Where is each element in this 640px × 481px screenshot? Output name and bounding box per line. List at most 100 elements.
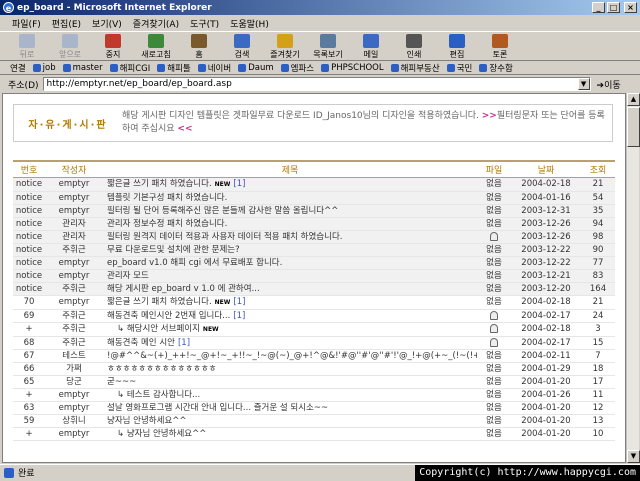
menu-help[interactable]: 도움말(H) xyxy=(230,17,269,30)
row-title[interactable]: ↳ 냥자님 안녕하세요^^ xyxy=(103,427,477,441)
toolbar-back-button[interactable]: back-icon 뒤로 xyxy=(8,31,46,61)
row-title[interactable]: 관리자 정보수정 패치 하였습니다. xyxy=(103,217,477,231)
row-author[interactable]: emptyr xyxy=(45,295,103,310)
toolbar-stop-button[interactable]: stop-icon 중지 xyxy=(94,31,132,61)
row-title-text[interactable]: ep_board v1.0 해피 cgi 에서 무료배포 합니다. xyxy=(107,258,282,268)
toolbar-discuss-button[interactable]: discuss-icon 토론 xyxy=(481,31,519,61)
row-title-text[interactable]: 템플릿 기본구성 패치 하였습니다. xyxy=(107,193,227,203)
row-title[interactable]: !@#^^&~(+)_++!~_@+!~_+!!~_!~@(~)_@+!^@&!… xyxy=(103,349,477,363)
row-author[interactable]: 주휘근 xyxy=(45,322,103,337)
link-item[interactable]: 엠파스 xyxy=(280,62,314,74)
row-author[interactable]: 테스트 xyxy=(45,349,103,363)
menu-favorites[interactable]: 즐겨찾기(A) xyxy=(133,17,179,30)
row-author[interactable]: 주휘근 xyxy=(45,336,103,350)
attachment-icon[interactable] xyxy=(490,324,498,333)
vertical-scrollbar[interactable]: ▲ ▼ xyxy=(626,93,640,463)
row-author[interactable]: emptyr xyxy=(45,401,103,415)
scroll-thumb[interactable] xyxy=(627,107,640,147)
row-author[interactable]: emptyr xyxy=(45,177,103,192)
row-author[interactable]: emptyr xyxy=(45,204,103,218)
row-title-text[interactable]: 관리자 정보수정 패치 하였습니다. xyxy=(107,219,227,229)
row-author[interactable]: emptyr xyxy=(45,256,103,270)
row-title-text[interactable]: 무료 다운로드및 설치에 관한 문제는? xyxy=(107,245,240,255)
toolbar-forward-button[interactable]: forward-icon 앞으로 xyxy=(51,31,89,61)
row-title-text[interactable]: 짧은글 쓰기 패치 하였습니다. xyxy=(107,179,212,189)
toolbar-refresh-button[interactable]: refresh-icon 새로고침 xyxy=(137,31,175,61)
row-author[interactable]: emptyr xyxy=(45,269,103,283)
attachment-icon[interactable] xyxy=(490,231,498,241)
menu-file[interactable]: 파일(F) xyxy=(12,17,41,30)
row-title[interactable]: 필터링 될 단어 등록해주신 많은 분들께 감사한 말씀 올립니다^^ xyxy=(103,204,477,218)
row-title[interactable]: 굳~~~ xyxy=(103,375,477,389)
attachment-icon[interactable] xyxy=(490,337,498,347)
row-title-text[interactable]: ↳ 테스트 감사합니다... xyxy=(107,390,200,400)
row-author[interactable]: 관리자 xyxy=(45,230,103,244)
row-title[interactable]: 템플릿 기본구성 패치 하였습니다. xyxy=(103,191,477,205)
close-button[interactable]: × xyxy=(624,2,637,13)
link-item[interactable]: 네이버 xyxy=(197,62,231,74)
row-title[interactable]: ↳ 해당시안 서브페이지 NEW xyxy=(103,322,477,337)
row-title[interactable]: 해당 게시판 ep_board v 1.0 에 관하여... xyxy=(103,282,477,296)
link-item[interactable]: 해피CGI xyxy=(109,62,150,74)
attachment-icon[interactable] xyxy=(490,310,498,320)
link-item[interactable]: master xyxy=(62,63,103,73)
link-item[interactable]: PHPSCHOOL xyxy=(321,63,384,73)
row-title-text[interactable]: 해동견축 메인시안 2번재 입니다... xyxy=(107,311,230,321)
address-dropdown-icon[interactable]: ▼ xyxy=(577,78,590,90)
toolbar-favorites-button[interactable]: favorites-icon 즐겨찾기 xyxy=(266,31,304,61)
row-author[interactable]: emptyr xyxy=(45,388,103,402)
link-item[interactable]: 해피부동산 xyxy=(390,62,440,74)
row-title-text[interactable]: 짧은글 쓰기 패치 하였습니다. xyxy=(107,297,212,307)
menu-edit[interactable]: 편집(E) xyxy=(52,17,81,30)
row-title-text[interactable]: 굳~~~ xyxy=(107,377,136,387)
toolbar-edit-button[interactable]: edit-icon 편집 xyxy=(438,31,476,61)
row-author[interactable]: 가쩌 xyxy=(45,362,103,376)
row-title-text[interactable]: 냥자님 안녕하세요^^ xyxy=(107,416,187,426)
row-author[interactable]: 상휘니 xyxy=(45,414,103,428)
scroll-up-icon[interactable]: ▲ xyxy=(627,93,640,106)
row-title[interactable]: 설날 영화프로그램 시간대 안내 입니다... 즐거운 설 되시소~~ xyxy=(103,401,477,415)
row-title-text[interactable]: 관리자 모드 xyxy=(107,271,149,281)
link-item[interactable]: 해피툴 xyxy=(157,62,191,74)
row-author[interactable]: 주휘근 xyxy=(45,282,103,296)
row-author[interactable]: emptyr xyxy=(45,191,103,205)
toolbar-search-button[interactable]: search-icon 검색 xyxy=(223,31,261,61)
link-item[interactable]: 장수합 xyxy=(479,62,513,74)
row-title-text[interactable]: ㅎㅎㅎㅎㅎㅎㅎㅎㅎㅎㅎㅎㅎㅎ xyxy=(107,364,216,374)
row-author[interactable]: 주휘근 xyxy=(45,309,103,323)
row-title[interactable]: 필터링 원격지 데이터 적용과 사용자 데이터 적용 패치 하였습니다. xyxy=(103,230,477,244)
link-item[interactable]: 국민 xyxy=(446,62,472,74)
row-author[interactable]: 관리자 xyxy=(45,217,103,231)
toolbar-mail-button[interactable]: mail-icon 메일 xyxy=(352,31,390,61)
row-title-text[interactable]: 설날 영화프로그램 시간대 안내 입니다... 즐거운 설 되시소~~ xyxy=(107,403,328,413)
row-title[interactable]: 무료 다운로드및 설치에 관한 문제는? xyxy=(103,243,477,257)
toolbar-home-button[interactable]: home-icon 홈 xyxy=(180,31,218,61)
row-title[interactable]: 해동견축 메인시안 2번재 입니다... [1] xyxy=(103,309,477,323)
row-title[interactable]: 냥자님 안녕하세요^^ xyxy=(103,414,477,428)
toolbar-history-button[interactable]: history-icon 목록보기 xyxy=(309,31,347,61)
scroll-down-icon[interactable]: ▼ xyxy=(627,450,640,463)
row-title-text[interactable]: 해당 게시판 ep_board v 1.0 에 관하여... xyxy=(107,284,260,294)
row-title-text[interactable]: 해동견축 메인 시안 xyxy=(107,338,175,348)
row-title[interactable]: ↳ 테스트 감사합니다... xyxy=(103,388,477,402)
menu-view[interactable]: 보기(V) xyxy=(92,17,122,30)
row-title[interactable]: 관리자 모드 xyxy=(103,269,477,283)
row-title-text[interactable]: ↳ 냥자님 안녕하세요^^ xyxy=(107,429,206,439)
link-item[interactable]: job xyxy=(32,63,56,73)
row-title[interactable]: 짧은글 쓰기 패치 하였습니다. NEW [1] xyxy=(103,295,477,310)
row-title[interactable]: ㅎㅎㅎㅎㅎㅎㅎㅎㅎㅎㅎㅎㅎㅎ xyxy=(103,362,477,376)
row-author[interactable]: 당군 xyxy=(45,375,103,389)
row-title-text[interactable]: 필터링 원격지 데이터 적용과 사용자 데이터 적용 패치 하였습니다. xyxy=(107,232,342,242)
row-title-text[interactable]: !@#^^&~(+)_++!~_@+!~_+!!~_!~@(~)_@+!^@&!… xyxy=(107,351,477,361)
row-title[interactable]: 짧은글 쓰기 패치 하였습니다. NEW [1] xyxy=(103,177,477,192)
row-title-text[interactable]: ↳ 해당시안 서브페이지 xyxy=(107,324,200,334)
row-title-text[interactable]: 필터링 될 단어 등록해주신 많은 분들께 감사한 말씀 올립니다^^ xyxy=(107,206,338,216)
row-author[interactable]: 주휘근 xyxy=(45,243,103,257)
link-item[interactable]: Daum xyxy=(238,63,274,73)
go-button[interactable]: ➔이동 xyxy=(597,78,621,91)
toolbar-print-button[interactable]: print-icon 인쇄 xyxy=(395,31,433,61)
maximize-button[interactable]: □ xyxy=(607,2,620,13)
row-title[interactable]: ep_board v1.0 해피 cgi 에서 무료배포 합니다. xyxy=(103,256,477,270)
address-input[interactable]: http://emptyr.net/ep_board/ep_board.asp … xyxy=(42,77,591,91)
minimize-button[interactable]: _ xyxy=(592,2,605,13)
